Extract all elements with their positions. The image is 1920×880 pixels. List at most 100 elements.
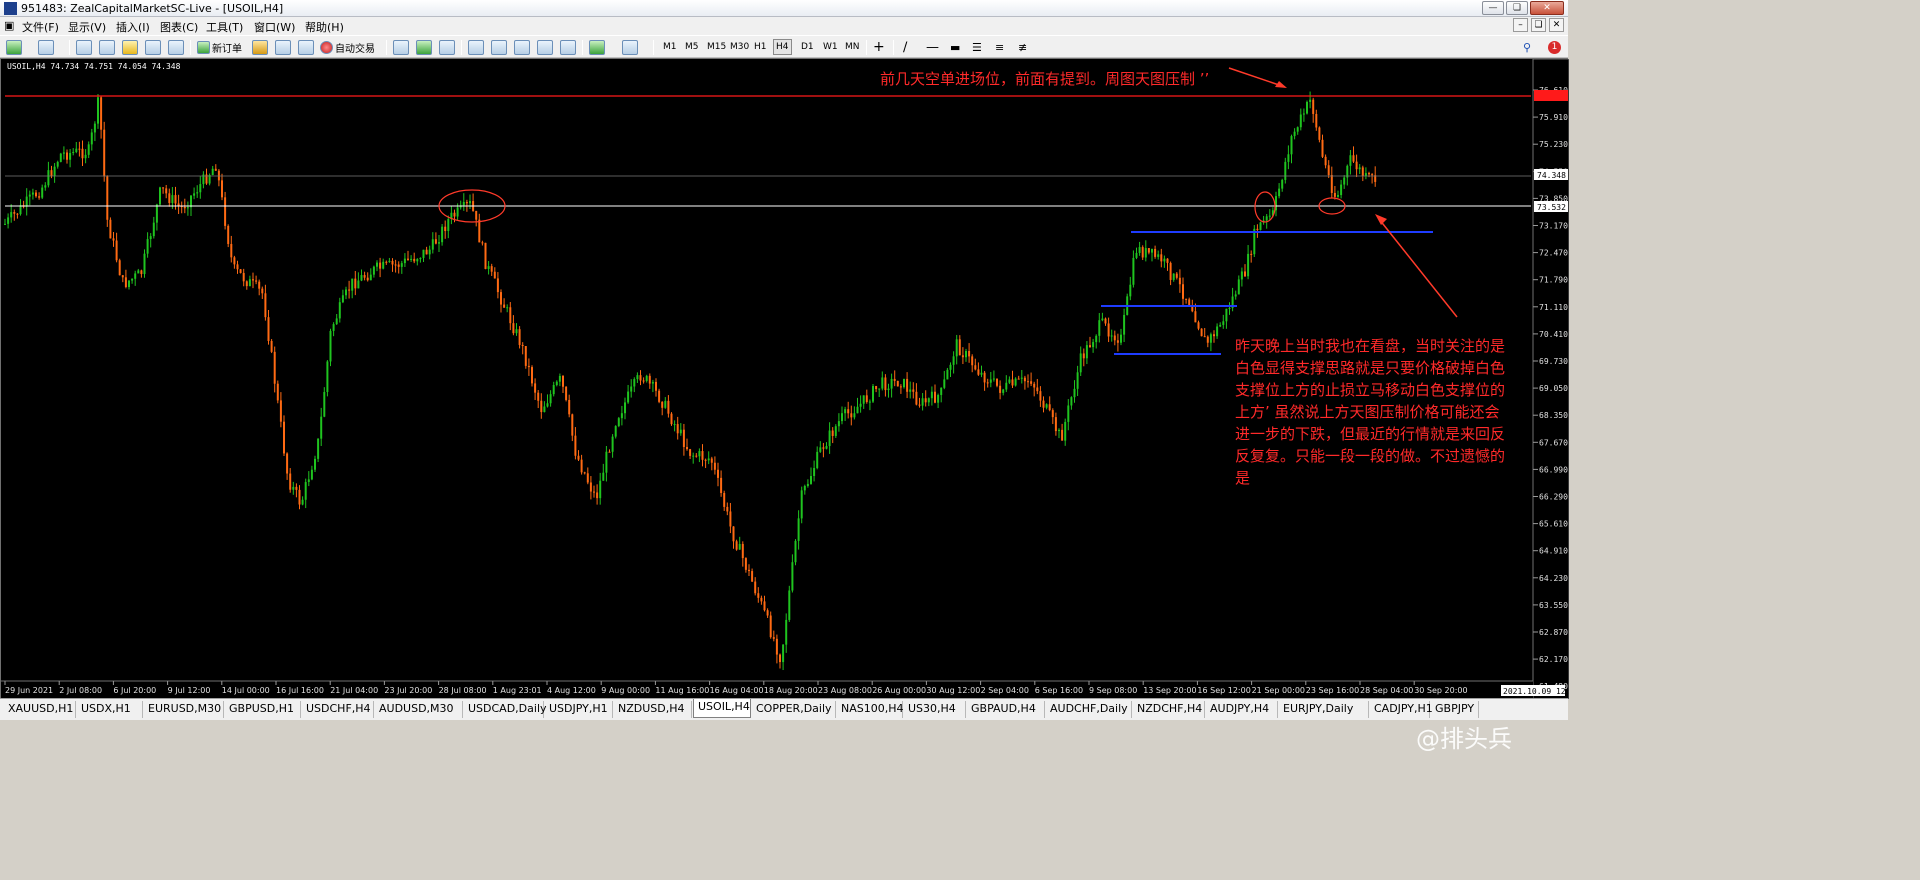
- time-axis-label: 23 Sep 16:00: [1306, 686, 1359, 695]
- candle-body: [453, 212, 456, 217]
- candle-body: [760, 597, 763, 602]
- timeframe-m15[interactable]: M15: [705, 39, 728, 55]
- candle-body: [289, 473, 292, 490]
- symbol-tab[interactable]: USDCHF,H4: [302, 701, 374, 718]
- navigator-icon[interactable]: [99, 39, 115, 55]
- history-icon[interactable]: [275, 39, 291, 55]
- mdi-close-button[interactable]: ✕: [1549, 18, 1564, 32]
- auto-trading-button[interactable]: 自动交易: [320, 39, 375, 55]
- market-watch-icon[interactable]: [76, 39, 92, 55]
- zoom-in-icon[interactable]: [537, 39, 553, 55]
- bar-chart-icon[interactable]: [393, 39, 409, 55]
- candle-body: [971, 356, 974, 366]
- line-chart-icon[interactable]: [439, 39, 455, 55]
- templates-icon[interactable]: [468, 39, 484, 55]
- symbol-tab[interactable]: USDCAD,Daily: [464, 701, 547, 718]
- gold-icon[interactable]: [252, 39, 268, 55]
- menu-help[interactable]: 帮助(H): [305, 19, 344, 35]
- menu-view[interactable]: 显示(V): [68, 19, 106, 35]
- symbol-tab[interactable]: COPPER,Daily: [752, 701, 836, 718]
- menu-window[interactable]: 窗口(W): [254, 19, 295, 35]
- new-chart-icon[interactable]: [6, 39, 22, 55]
- symbol-tab[interactable]: GBPUSD,H1: [225, 701, 301, 718]
- profiles-icon[interactable]: [38, 39, 54, 55]
- symbol-tab[interactable]: CADJPY,H1: [1370, 701, 1433, 718]
- new-order-button[interactable]: 新订单: [197, 39, 242, 55]
- symbol-tab[interactable]: GBPAUD,H4: [967, 701, 1045, 718]
- timeframe-m1[interactable]: M1: [661, 39, 679, 55]
- restore-button[interactable]: ❏: [1506, 1, 1528, 15]
- favorites-icon[interactable]: [122, 39, 138, 55]
- candle-body: [909, 389, 912, 392]
- menu-charts[interactable]: 图表(C): [160, 19, 198, 35]
- menu-insert[interactable]: 插入(I): [116, 19, 150, 35]
- symbol-tab[interactable]: NZDUSD,H4: [614, 701, 692, 718]
- symbol-tab[interactable]: USDJPY,H1: [545, 701, 613, 718]
- candle-body: [763, 601, 766, 611]
- candlestick-icon[interactable]: [416, 39, 432, 55]
- candle-body: [791, 562, 794, 591]
- channel-icon[interactable]: ≢: [1018, 39, 1027, 55]
- symbol-tab[interactable]: USOIL,H4: [693, 699, 751, 718]
- candle-body: [465, 201, 468, 204]
- rectangle-icon[interactable]: ▬: [950, 39, 960, 55]
- candle-body: [109, 219, 112, 239]
- symbol-tab[interactable]: US30,H4: [904, 701, 966, 718]
- symbol-tab[interactable]: NAS100,H4: [837, 701, 904, 718]
- candle-body: [949, 364, 952, 370]
- symbol-tab[interactable]: XAUUSD,H1: [4, 701, 76, 718]
- symbol-tab[interactable]: NZDCHF,H4: [1133, 701, 1205, 718]
- zoom-out-icon[interactable]: [560, 39, 576, 55]
- timeframe-mn[interactable]: MN: [843, 39, 862, 55]
- timeframe-m5[interactable]: M5: [683, 39, 701, 55]
- time-axis-label: 18 Aug 20:00: [764, 686, 818, 695]
- minimize-button[interactable]: —: [1482, 1, 1504, 15]
- chart-shift-icon[interactable]: [514, 39, 530, 55]
- terminal-icon[interactable]: [145, 39, 161, 55]
- timeframe-w1[interactable]: W1: [821, 39, 840, 55]
- text-label-icon[interactable]: ≡: [995, 39, 1004, 55]
- candle-body: [602, 472, 605, 481]
- symbol-tab[interactable]: AUDUSD,M30: [375, 701, 463, 718]
- tester-icon[interactable]: [168, 39, 184, 55]
- candle-body: [444, 226, 447, 232]
- candle-body: [549, 394, 552, 404]
- chart-window[interactable]: 76.61075.91075.23074.55073.85073.17072.4…: [0, 58, 1569, 753]
- horizontal-line-icon[interactable]: —: [926, 39, 939, 55]
- symbol-tab[interactable]: AUDJPY,H4: [1206, 701, 1278, 718]
- mdi-minimize-button[interactable]: –: [1513, 18, 1528, 32]
- symbol-tab[interactable]: EURUSD,M30: [144, 701, 224, 718]
- autoscroll-icon[interactable]: [491, 39, 507, 55]
- candle-body: [227, 225, 230, 244]
- timeframe-d1[interactable]: D1: [799, 39, 816, 55]
- candle-body: [1302, 113, 1305, 115]
- symbol-tab[interactable]: AUDCHF,Daily: [1046, 701, 1132, 718]
- fibonacci-icon[interactable]: ☰: [972, 39, 982, 55]
- timeframe-h4[interactable]: H4: [773, 39, 792, 55]
- trendline-icon[interactable]: ∕: [903, 39, 907, 55]
- search-icon[interactable]: ⚲: [1523, 39, 1531, 55]
- candle-body: [1123, 314, 1126, 335]
- menu-file[interactable]: 文件(F): [22, 19, 59, 35]
- time-axis-label: 6 Jul 20:00: [113, 686, 156, 695]
- crosshair-icon[interactable]: +: [873, 39, 885, 55]
- candle-body: [363, 275, 366, 278]
- candle-body: [1299, 114, 1302, 128]
- chart-doc-icon[interactable]: ▣: [4, 19, 14, 32]
- symbol-tab[interactable]: EURJPY,Daily: [1279, 701, 1369, 718]
- candle-body: [1079, 353, 1082, 373]
- menu-tools[interactable]: 工具(T): [206, 19, 243, 35]
- signals-icon[interactable]: [298, 39, 314, 55]
- candle-body: [388, 260, 391, 262]
- notifications-icon[interactable]: 1: [1548, 39, 1561, 55]
- symbol-tab[interactable]: GBPJPY: [1431, 701, 1479, 718]
- timeframe-m30[interactable]: M30: [728, 39, 751, 55]
- close-button[interactable]: ✕: [1530, 1, 1564, 15]
- periods-icon[interactable]: [622, 39, 638, 55]
- mdi-restore-button[interactable]: ❏: [1531, 18, 1546, 32]
- time-axis-label: 16 Sep 12:00: [1197, 686, 1250, 695]
- timeframe-h1[interactable]: H1: [752, 39, 769, 55]
- indicators-icon[interactable]: [589, 39, 605, 55]
- candle-body: [1051, 410, 1054, 418]
- symbol-tab[interactable]: USDX,H1: [77, 701, 143, 718]
